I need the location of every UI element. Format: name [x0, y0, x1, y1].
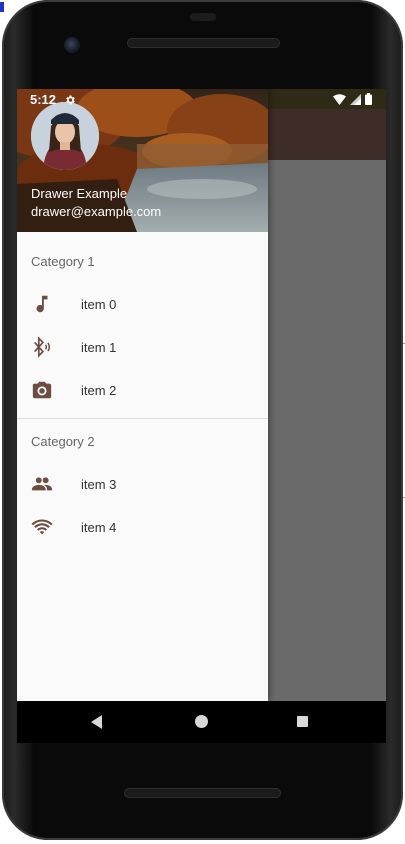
status-icons: [333, 93, 372, 105]
wifi-icon: [333, 93, 346, 105]
navigation-drawer: 5:12 Drawer Example drawer@example.com C…: [17, 89, 268, 701]
avatar-photo: [31, 102, 99, 170]
front-camera: [64, 37, 80, 53]
bluetooth-audio-icon: [34, 336, 51, 358]
header-email: drawer@example.com: [31, 204, 162, 219]
menu-item-0[interactable]: item 0: [17, 283, 268, 326]
home-icon[interactable]: [195, 715, 208, 728]
battery-icon: [365, 93, 372, 105]
recents-icon[interactable]: [297, 716, 308, 727]
top-sensor: [190, 13, 216, 21]
earpiece-speaker: [127, 38, 280, 48]
menu-item-label: item 1: [81, 340, 117, 355]
drawer-header: 5:12 Drawer Example drawer@example.com: [17, 89, 268, 232]
music-note-icon: [36, 295, 48, 313]
edge-marker: [0, 2, 4, 12]
menu-item-2[interactable]: item 2: [17, 369, 268, 412]
status-time: 5:12: [30, 92, 76, 107]
back-icon[interactable]: [91, 715, 102, 729]
camera-icon: [32, 381, 52, 399]
status-time-text: 5:12: [30, 92, 57, 107]
menu-item-label: item 4: [81, 520, 117, 535]
device-screen: 5:12 Drawer Example drawer@example.com C…: [17, 89, 386, 701]
wifi-icon: [31, 519, 53, 535]
system-nav-bar: [17, 701, 386, 743]
menu-item-1[interactable]: item 1: [17, 326, 268, 369]
section-label: Category 1: [31, 254, 95, 269]
people-icon: [31, 477, 53, 491]
gear-icon: [66, 95, 75, 104]
menu-item-3[interactable]: item 3: [17, 463, 268, 506]
menu-item-label: item 2: [81, 383, 117, 398]
bottom-speaker: [124, 788, 281, 798]
section-divider: [17, 418, 268, 419]
menu-item-4[interactable]: item 4: [17, 506, 268, 549]
menu-item-label: item 3: [81, 477, 117, 492]
section-label: Category 2: [31, 434, 95, 449]
header-name: Drawer Example: [31, 186, 128, 201]
signal-icon: [350, 93, 361, 105]
menu-item-label: item 0: [81, 297, 117, 312]
avatar[interactable]: [31, 102, 99, 170]
